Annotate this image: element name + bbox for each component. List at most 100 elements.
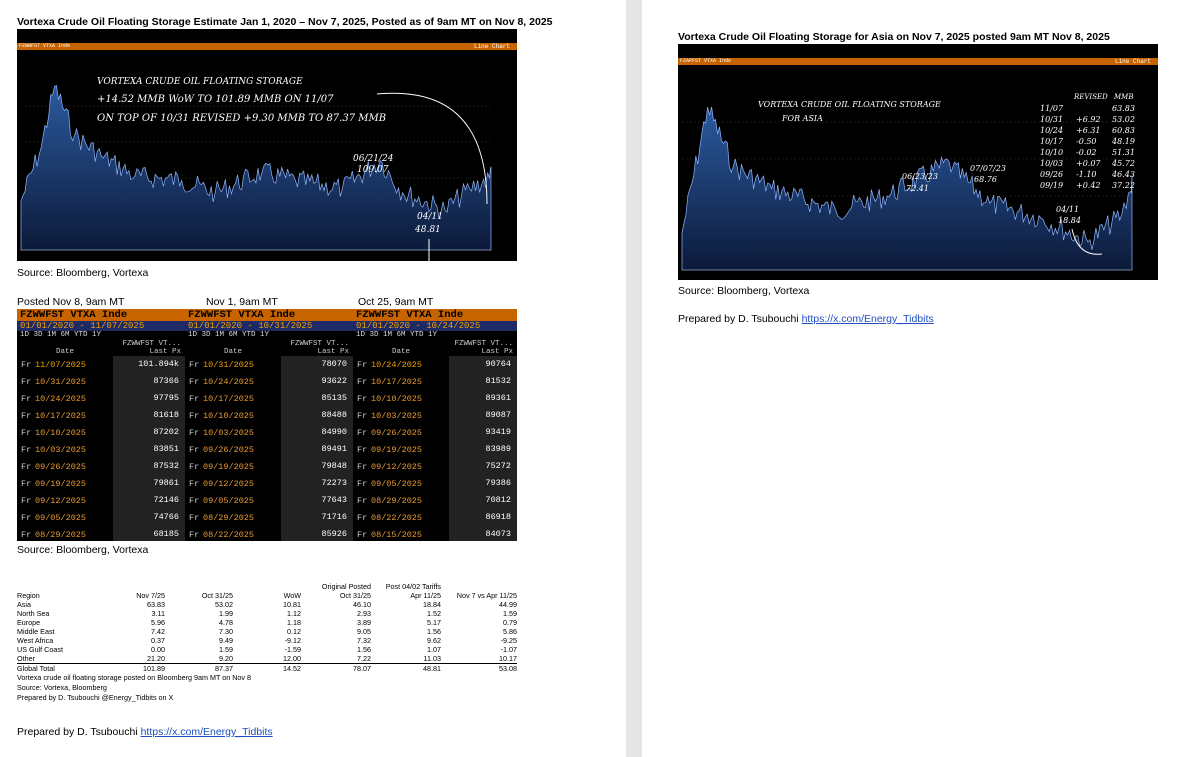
callout-value: 72.41 [906, 184, 929, 193]
summary-header-cell: WoW [283, 591, 301, 600]
table-row[interactable]: Fr 10/24/2025 90764 [353, 356, 517, 373]
table-row[interactable]: Fr 10/10/2025 87202 [17, 424, 185, 441]
summary-header-cell: Oct 31/25 [201, 591, 233, 600]
table-period-tabs[interactable]: 1D 3D 1M 6M YTD 1Y [353, 331, 517, 340]
table-period-tabs[interactable]: 1D 3D 1M 6M YTD 1Y [185, 331, 353, 340]
table-row[interactable]: Fr 09/26/2025 89491 [185, 441, 353, 458]
summary-total-cell: 48.81 [371, 663, 441, 673]
global-chart-heading: Vortexa Crude Oil Floating Storage Estim… [17, 16, 553, 28]
table-row[interactable]: Fr 10/10/2025 89361 [353, 390, 517, 407]
summary-cell: 0.79 [503, 618, 517, 627]
table-row[interactable]: Fr 10/31/2025 87366 [17, 373, 185, 390]
revised-value: 60.83 [1112, 126, 1135, 135]
row-last-px: 78070 [281, 356, 353, 373]
table-row[interactable]: Fr 08/29/2025 71716 [185, 509, 353, 526]
summary-header-top-cell [441, 582, 517, 591]
summary-cell: 4.78 [219, 618, 233, 627]
row-date: 09/19/2025 [203, 461, 255, 472]
row-weekday: Fr [189, 478, 200, 489]
summary-cell: 5.86 [503, 627, 517, 636]
table-date-range[interactable]: 01/01/2020 - 10/24/2025 [353, 321, 517, 331]
table-row[interactable]: Fr 10/03/2025 84990 [185, 424, 353, 441]
row-last-px: 84073 [449, 526, 517, 541]
summary-cell: 9.05 [357, 627, 371, 636]
row-weekday: Fr [21, 478, 32, 489]
report-page-asia: Vortexa Crude Oil Floating Storage for A… [642, 0, 1200, 757]
table-row[interactable]: Fr 10/24/2025 93622 [185, 373, 353, 390]
row-weekday: Fr [21, 444, 32, 455]
table-row[interactable]: Fr 09/05/2025 74766 [17, 509, 185, 526]
table-row[interactable]: Fr 09/19/2025 79848 [185, 458, 353, 475]
summary-cell: 7.42 [151, 627, 165, 636]
table-row[interactable]: Fr 10/17/2025 81618 [17, 407, 185, 424]
revised-change: -1.10 [1076, 170, 1097, 179]
revised-date: 10/31 [1040, 115, 1063, 124]
table-row[interactable]: Fr 09/12/2025 75272 [353, 458, 517, 475]
table-row[interactable]: Fr 09/12/2025 72146 [17, 492, 185, 509]
table-heading-oct25: Oct 25, 9am MT [358, 296, 434, 308]
table-row[interactable]: Fr 08/15/2025 84073 [353, 526, 517, 541]
table-row[interactable]: Fr 09/26/2025 87532 [17, 458, 185, 475]
energy-tidbits-link-asia[interactable]: https://x.com/Energy_Tidbits [802, 313, 934, 325]
global-chart-source: Source: Bloomberg, Vortexa [17, 267, 149, 279]
table-column-headers: Date Last Px [185, 348, 353, 356]
asia-bloomberg-chart: FZAPFST VTXA Inde Line Chart VORTEXA CRU… [678, 44, 1158, 280]
summary-cell: 9.62 [427, 636, 441, 645]
row-last-px: 85926 [281, 526, 353, 541]
summary-cell: 9.20 [219, 654, 233, 663]
col-date: Date [55, 348, 74, 356]
table-row[interactable]: Fr 10/17/2025 85135 [185, 390, 353, 407]
summary-header-top-cell [17, 582, 97, 591]
summary-total-cell: Global Total [17, 663, 97, 673]
table-heading-nov8: Posted Nov 8, 9am MT [17, 296, 125, 308]
table-row[interactable]: Fr 10/03/2025 83851 [17, 441, 185, 458]
table-date-range[interactable]: 01/01/2020 - 10/31/2025 [185, 321, 353, 331]
energy-tidbits-link[interactable]: https://x.com/Energy_Tidbits [141, 726, 273, 738]
table-row[interactable]: Fr 09/19/2025 83989 [353, 441, 517, 458]
table-row[interactable]: Fr 09/19/2025 79861 [17, 475, 185, 492]
table-row[interactable]: Fr 08/22/2025 85926 [185, 526, 353, 541]
summary-total-cell: 78.07 [301, 663, 371, 673]
row-date: 10/17/2025 [203, 393, 255, 404]
summary-total-cell: 87.37 [165, 663, 233, 673]
summary-cell: 0.12 [287, 627, 301, 636]
row-date: 09/26/2025 [371, 427, 423, 438]
revised-change: +6.92 [1076, 115, 1101, 124]
table-row[interactable]: Fr 10/31/2025 78070 [185, 356, 353, 373]
chart-ticker-bar: FZWWFST VTXA Inde [17, 43, 517, 50]
table-row[interactable]: Fr 10/03/2025 89087 [353, 407, 517, 424]
summary-cell: 5.96 [151, 618, 165, 627]
revised-header: MMB [1113, 93, 1133, 101]
table-row[interactable]: Fr 10/17/2025 81532 [353, 373, 517, 390]
summary-cell: 7.32 [357, 636, 371, 645]
summary-total-row: Global Total 101.89 87.37 14.52 78.07 48.81 53… [17, 663, 517, 673]
summary-row: US Gulf Coast 0.00 1.59 -1.59 1.56 1.07 -1.07 [17, 645, 517, 654]
row-last-px: 87532 [113, 458, 185, 475]
regional-summary-table: Original Posted Post 04/02 Tariffs Region N… [17, 582, 517, 703]
table-row[interactable]: Fr 09/05/2025 77643 [185, 492, 353, 509]
summary-total-cell: 53.08 [441, 663, 517, 673]
table-row[interactable]: Fr 08/29/2025 68185 [17, 526, 185, 541]
table-row[interactable]: Fr 11/07/2025 101.894k [17, 356, 185, 373]
table-row[interactable]: Fr 10/24/2025 97795 [17, 390, 185, 407]
row-date: 09/26/2025 [203, 444, 255, 455]
table-ticker: FZWWFST VTXA Inde [353, 309, 517, 321]
summary-cell: 1.59 [503, 609, 517, 618]
table-row[interactable]: Fr 09/26/2025 93419 [353, 424, 517, 441]
table-date-range[interactable]: 01/01/2020 - 11/07/2025 [17, 321, 185, 331]
summary-cell: 12.00 [283, 654, 301, 663]
row-weekday: Fr [189, 461, 200, 472]
revised-value: 63.83 [1112, 104, 1135, 113]
row-date: 08/29/2025 [371, 495, 423, 506]
row-weekday: Fr [21, 529, 32, 540]
table-period-tabs[interactable]: 1D 3D 1M 6M YTD 1Y [17, 331, 185, 340]
table-row[interactable]: Fr 08/22/2025 86918 [353, 509, 517, 526]
row-last-px: 79386 [449, 475, 517, 492]
callout-date: 04/11 [417, 212, 443, 222]
table-row[interactable]: Fr 08/29/2025 70812 [353, 492, 517, 509]
summary-note: Prepared by D. Tsubouchi @Energy_Tidbits… [17, 693, 174, 702]
table-row[interactable]: Fr 09/05/2025 79386 [353, 475, 517, 492]
table-row[interactable]: Fr 09/12/2025 72273 [185, 475, 353, 492]
table-column-headers: Date Last Px [17, 348, 185, 356]
table-row[interactable]: Fr 10/10/2025 88488 [185, 407, 353, 424]
